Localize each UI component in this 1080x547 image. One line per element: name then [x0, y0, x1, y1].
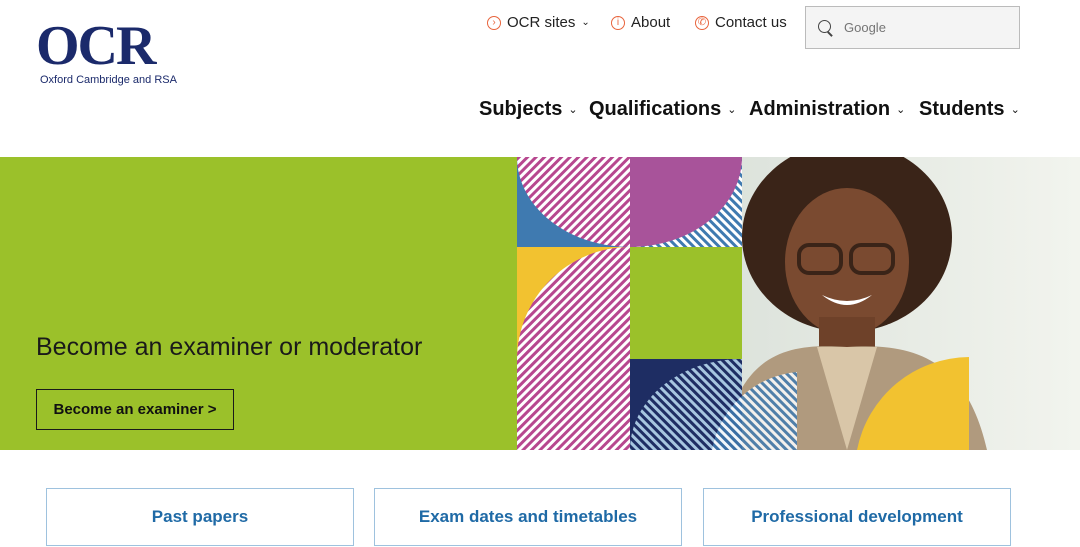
nav-qualifications[interactable]: Qualifications ⌄	[589, 98, 736, 121]
nav-administration[interactable]: Administration ⌄	[749, 98, 905, 121]
hero-image	[517, 157, 1080, 450]
become-examiner-button[interactable]: Become an examiner >	[36, 389, 234, 430]
chevron-circle-icon: ›	[487, 15, 501, 30]
search-icon[interactable]	[818, 19, 834, 36]
contact-label: Contact us	[715, 14, 787, 31]
nav-administration-label: Administration	[749, 98, 891, 120]
nav-subjects[interactable]: Subjects ⌄	[479, 98, 578, 121]
past-papers-link[interactable]: Past papers	[46, 488, 354, 546]
chevron-down-icon: ⌄	[568, 104, 578, 116]
ocr-sites-link[interactable]: › OCR sites ⌄	[487, 14, 590, 31]
ocr-logo[interactable]: OCR Oxford Cambridge and RSA	[36, 18, 196, 94]
professional-development-link[interactable]: Professional development	[703, 488, 1011, 546]
exam-dates-link[interactable]: Exam dates and timetables	[374, 488, 682, 546]
chevron-down-icon: ⌄	[1010, 104, 1020, 116]
logo-subtitle: Oxford Cambridge and RSA	[40, 74, 177, 86]
info-icon: i	[611, 15, 625, 30]
phone-icon: ✆	[695, 15, 709, 30]
about-label: About	[631, 14, 671, 31]
contact-link[interactable]: ✆ Contact us	[695, 14, 787, 31]
nav-subjects-label: Subjects	[479, 98, 563, 120]
logo-wordmark: OCR	[36, 15, 156, 77]
hero-banner: Become an examiner or moderator Become a…	[0, 157, 1080, 450]
hero-title: Become an examiner or moderator	[36, 333, 423, 361]
nav-qualifications-label: Qualifications	[589, 98, 722, 120]
search-input[interactable]	[842, 19, 1006, 36]
search-box	[805, 6, 1020, 49]
nav-students[interactable]: Students ⌄	[919, 98, 1020, 121]
chevron-down-icon: ⌄	[581, 17, 590, 28]
ocr-sites-label: OCR sites	[507, 14, 576, 31]
chevron-down-icon: ⌄	[727, 104, 737, 116]
nav-students-label: Students	[919, 98, 1005, 120]
about-link[interactable]: i About	[611, 14, 670, 31]
chevron-down-icon: ⌄	[896, 104, 906, 116]
